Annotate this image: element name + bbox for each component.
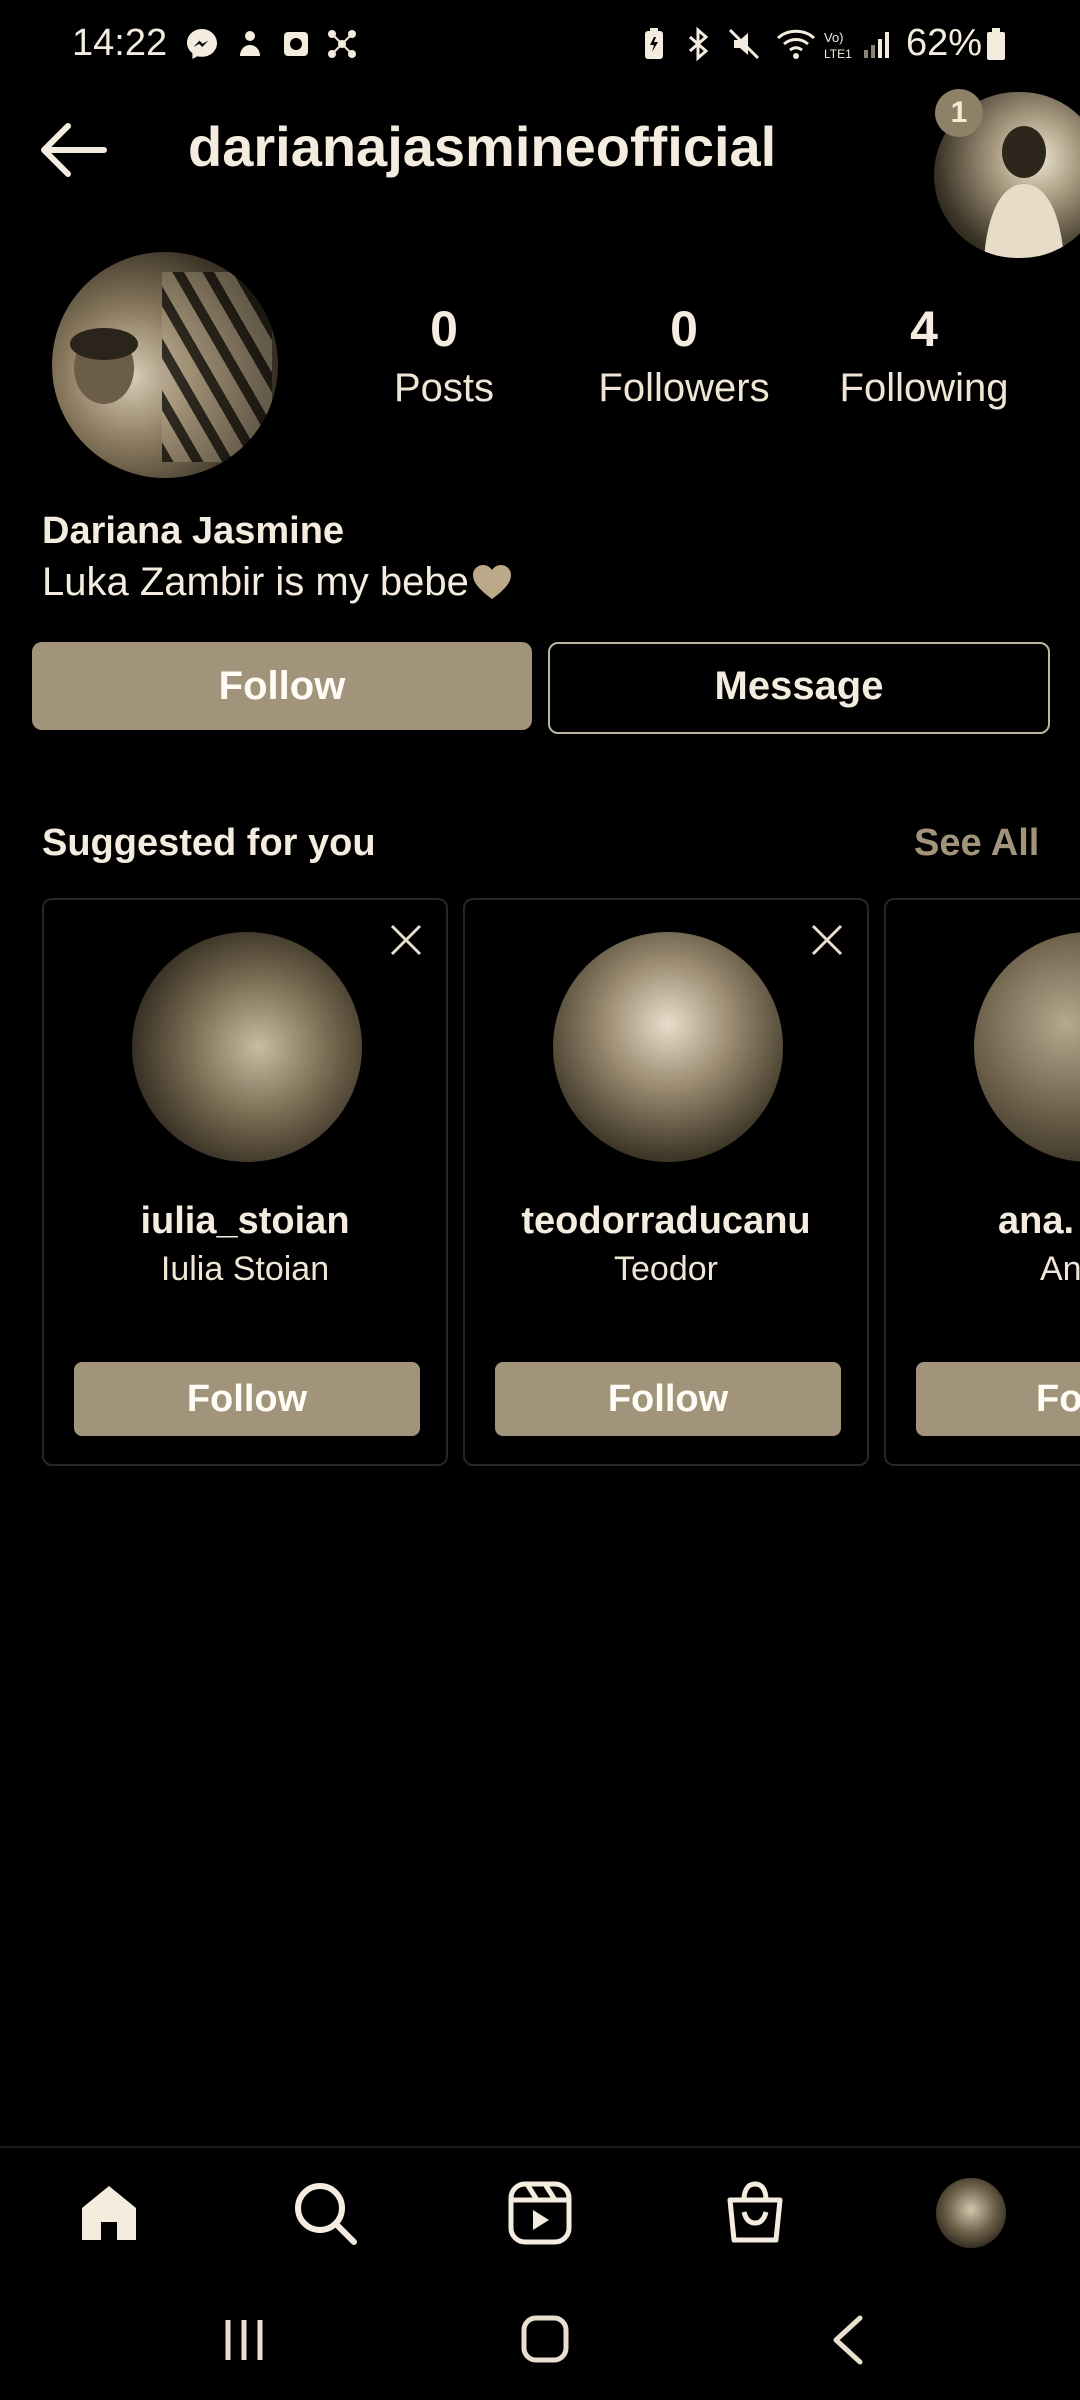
suggestion-follow-button[interactable]: Follow: [74, 1362, 420, 1436]
app-icon: [284, 32, 308, 56]
home-icon[interactable]: [74, 2178, 144, 2248]
stat-posts[interactable]: 0 Posts: [334, 300, 554, 411]
svg-text:Vo): Vo): [824, 30, 844, 45]
avatar-face: [70, 328, 138, 404]
status-time: 14:22: [72, 22, 168, 64]
see-all-link[interactable]: See All: [914, 822, 1039, 865]
stat-following-value: 4: [910, 301, 938, 357]
messenger-icon: [187, 29, 217, 59]
follow-button[interactable]: Follow: [32, 642, 532, 730]
suggestion-handle[interactable]: iulia_stoian: [44, 1200, 446, 1243]
profile-username: darianajasmineofficial: [188, 115, 777, 178]
stat-following-label: Following: [839, 366, 1009, 410]
heart-emoji-icon: [472, 565, 511, 599]
story-badge: 1: [935, 89, 983, 137]
message-button[interactable]: Message: [548, 642, 1050, 734]
stat-posts-label: Posts: [393, 366, 495, 410]
home-button-icon[interactable]: [520, 2314, 570, 2364]
mute-icon: [728, 28, 760, 60]
close-icon[interactable]: [386, 920, 426, 960]
reels-icon[interactable]: [505, 2178, 575, 2248]
stat-following[interactable]: 4 Following: [814, 300, 1034, 411]
suggestion-name: Teodor: [614, 1250, 718, 1288]
suggestion-avatar[interactable]: [132, 932, 362, 1162]
bluetooth-icon: [689, 26, 709, 62]
bio-text: Luka Zambir is my bebe: [42, 560, 469, 604]
profile-full-name: Dariana Jasmine: [42, 510, 345, 552]
stat-followers[interactable]: 0 Followers: [574, 300, 794, 411]
recent-apps-icon[interactable]: [222, 2316, 266, 2364]
suggestion-follow-button[interactable]: Fo: [916, 1362, 1080, 1436]
close-icon[interactable]: [807, 920, 847, 960]
suggestion-follow-button[interactable]: Follow: [495, 1362, 841, 1436]
svg-text:LTE1: LTE1: [824, 47, 852, 61]
suggestion-card: iulia_stoian Iulia Stoian Follow: [42, 898, 448, 1466]
shop-icon[interactable]: [720, 2178, 790, 2248]
back-button[interactable]: [36, 120, 110, 180]
suggestion-card: teodorraducanu Teodor Follow: [463, 898, 869, 1466]
notification-icon: [240, 31, 260, 56]
suggestion-handle[interactable]: ana.: [998, 1200, 1074, 1243]
profile-tab-avatar[interactable]: [936, 2178, 1006, 2248]
battery-percentage: 62%: [906, 22, 983, 64]
lte-signal-icon: Vo) LTE1: [824, 30, 889, 61]
stat-posts-value: 0: [430, 301, 458, 357]
battery-saver-icon: [645, 28, 663, 59]
back-nav-icon[interactable]: [828, 2314, 868, 2366]
suggestion-avatar[interactable]: [974, 932, 1080, 1162]
suggested-title: Suggested for you: [42, 822, 376, 864]
bottom-navigation: [0, 2146, 1080, 2278]
battery-icon: [987, 28, 1005, 60]
wifi-icon: [776, 29, 816, 59]
suggestion-handle[interactable]: teodorraducanu: [465, 1200, 867, 1243]
profile-avatar[interactable]: [52, 252, 278, 478]
search-icon[interactable]: [290, 2178, 360, 2248]
suggestion-card: ana. An Fo: [884, 898, 1080, 1466]
suggestion-avatar[interactable]: [553, 932, 783, 1162]
network-icon: [328, 30, 356, 58]
profile-bio: Luka Zambir is my bebe: [42, 560, 513, 605]
system-navigation: [0, 2290, 1080, 2400]
stat-followers-label: Followers: [598, 366, 770, 410]
suggestion-name: An: [1040, 1250, 1080, 1288]
suggestion-name: Iulia Stoian: [160, 1250, 330, 1288]
stat-followers-value: 0: [670, 301, 698, 357]
status-bar: 14:22 Vo) LTE1 62%: [0, 0, 1080, 90]
